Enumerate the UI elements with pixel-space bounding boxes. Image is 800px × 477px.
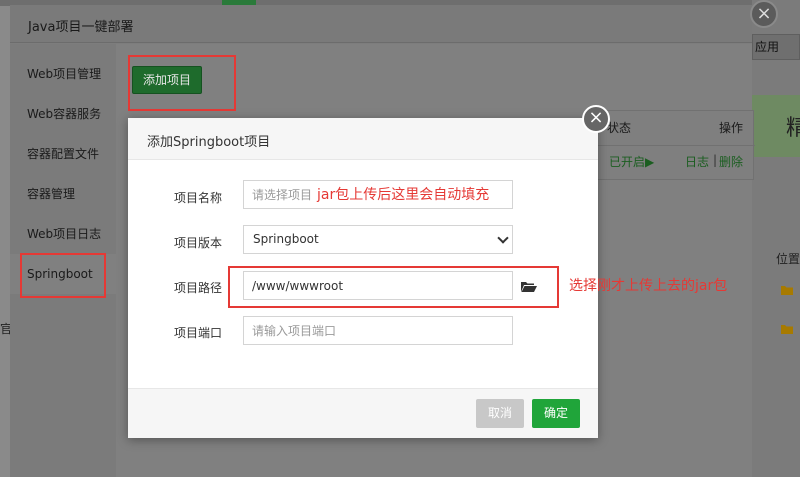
close-icon[interactable]: × bbox=[582, 105, 610, 133]
project-version-select[interactable]: Springboot bbox=[243, 225, 513, 254]
close-icon[interactable]: × bbox=[750, 0, 778, 28]
name-annotation: jar包上传后这里会自动填充 bbox=[317, 187, 490, 203]
column-status: 状态 bbox=[607, 121, 632, 135]
project-path-label: 项目路径 bbox=[174, 281, 223, 295]
background-app-button: 应用 bbox=[752, 34, 800, 60]
sidebar-item-web-log[interactable]: Web项目日志 bbox=[10, 214, 116, 254]
status-badge[interactable]: 已开启▶ bbox=[609, 153, 654, 170]
project-port-label: 项目端口 bbox=[174, 326, 223, 340]
springboot-highlight-box bbox=[20, 253, 106, 298]
sidebar-item-container-config[interactable]: 容器配置文件 bbox=[10, 134, 116, 174]
project-name-label: 项目名称 bbox=[174, 191, 223, 205]
background-position-label: 位置 bbox=[776, 252, 800, 266]
log-link[interactable]: 日志 bbox=[685, 153, 709, 170]
add-springboot-modal: 添加Springboot项目 项目名称 jar包上传后这里会自动填充 项目版本 … bbox=[128, 118, 598, 438]
cancel-button[interactable]: 取消 bbox=[476, 399, 524, 428]
path-highlight-box bbox=[228, 266, 559, 308]
dialog-title-bar: Java项目一键部署 bbox=[10, 5, 752, 43]
project-table: 状态 操作 已开启▶ 日志 | 删除 bbox=[588, 110, 755, 180]
chevron-down-icon bbox=[497, 232, 509, 244]
modal-footer: 取消 确定 bbox=[128, 388, 598, 438]
folder-icon bbox=[780, 323, 794, 338]
action-separator: | bbox=[713, 153, 718, 167]
confirm-button[interactable]: 确定 bbox=[532, 399, 580, 428]
folder-icon bbox=[780, 284, 794, 299]
dialog-sidebar: Web项目管理 Web容器服务 容器配置文件 容器管理 Web项目日志 Spri… bbox=[10, 44, 116, 477]
background-banner-char: 精 bbox=[786, 116, 800, 141]
sidebar-item-web-project[interactable]: Web项目管理 bbox=[10, 54, 116, 94]
modal-title: 添加Springboot项目 bbox=[147, 135, 271, 150]
background-right-column bbox=[752, 0, 800, 477]
project-version-label: 项目版本 bbox=[174, 236, 223, 250]
path-annotation: 选择刚才上传上去的jar包 bbox=[569, 278, 728, 294]
project-version-value: Springboot bbox=[253, 232, 319, 246]
project-port-input[interactable] bbox=[243, 316, 513, 345]
column-action: 操作 bbox=[719, 121, 744, 135]
modal-header: 添加Springboot项目 bbox=[128, 118, 598, 160]
delete-link[interactable]: 删除 bbox=[719, 153, 743, 170]
sidebar-item-container-manage[interactable]: 容器管理 bbox=[10, 174, 116, 214]
add-project-highlight-box bbox=[128, 55, 236, 111]
sidebar-item-web-container[interactable]: Web容器服务 bbox=[10, 94, 116, 134]
dialog-title: Java项目一键部署 bbox=[28, 20, 134, 35]
table-divider bbox=[589, 145, 755, 146]
